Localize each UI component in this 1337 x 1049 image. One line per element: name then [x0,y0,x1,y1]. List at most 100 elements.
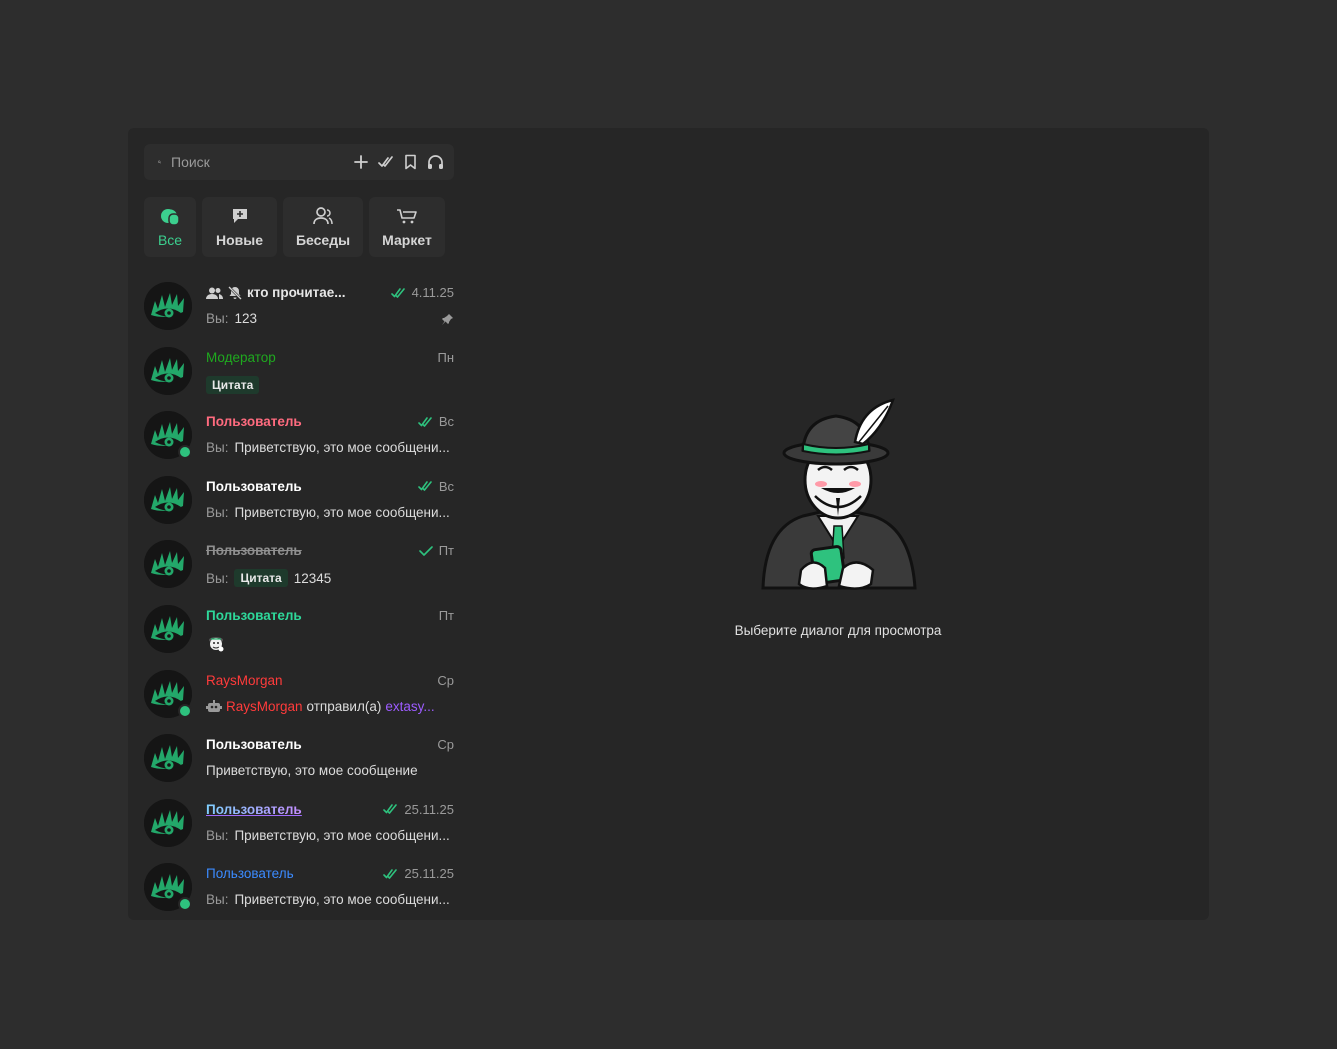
tab-label: Все [157,232,183,248]
avatar [144,411,192,460]
you-prefix: Вы: [206,504,229,520]
chat-title-text: Пользователь [206,478,302,494]
avatar [144,863,192,912]
preview-text: Приветствую, это мое сообщени... [234,892,450,908]
bookmark-icon[interactable] [402,154,419,171]
chat-item[interactable]: кто прочитае... 4.11.25 Вы: 123 [144,279,454,344]
you-prefix: Вы: [206,827,229,843]
tab-new[interactable]: Новые [202,197,277,257]
you-prefix: Вы: [206,892,229,908]
chats-icon [160,206,180,226]
chat-item[interactable]: Пользователь 25.11.25 Вы: Приветствую, э… [144,860,454,920]
check-icon [418,546,433,556]
avatar [144,604,192,653]
chat-title-text: Модератор [206,349,276,365]
chat-preview: Вы: Приветствую, это мое сообщени... [206,892,454,907]
avatar [144,734,192,783]
chat-time: Пн [437,349,454,365]
hacker-mascot-illustration [761,398,917,590]
chat-list: кто прочитае... 4.11.25 Вы: 123 Модерато… [144,279,454,920]
you-prefix: Вы: [206,440,229,456]
chat-time: Ср [437,672,454,688]
preview-text: 12345 [293,570,332,586]
chat-item[interactable]: Модератор Пн Цитата [144,344,454,409]
avatar [144,540,192,589]
double-check-icon [383,804,398,815]
system-target: extasy... [385,698,435,714]
double-check-icon [418,481,432,492]
plus-icon[interactable] [352,154,369,171]
chat-preview: Вы: Приветствую, это мое сообщени... [206,505,454,520]
avatar [144,475,192,524]
tab-market[interactable]: Маркет [369,197,445,257]
chat-title: кто прочитае... [206,285,346,300]
search-actions [352,154,444,171]
chat-time: Вс [438,478,454,494]
avatar [144,798,192,847]
pin-icon [442,314,453,325]
chat-title: Пользователь [206,543,302,558]
search-icon [158,160,161,164]
chat-meta: Вс [418,479,454,494]
search-input[interactable] [171,154,352,170]
chat-item[interactable]: Пользователь Ср Приветствую, это мое соо… [144,731,454,796]
preview-text: Приветствую, это мое сообщени... [234,440,450,456]
chat-title-text: Пользователь [206,801,302,817]
quote-badge: Цитата [234,569,288,588]
chat-preview: Вы: Приветствую, это мое сообщени... [206,828,454,843]
chat-meta: 4.11.25 [390,285,454,300]
group-icon [206,287,223,299]
chat-title-text: RaysMorgan [206,672,283,688]
chat-preview: Вы: Приветствую, это мое сообщени... [206,440,454,455]
chat-item[interactable]: Пользователь Вс Вы: Приветствую, это мое… [144,408,454,473]
chat-preview: RaysMorgan отправил(а) extasy... [206,699,454,714]
tab-label: Маркет [382,232,432,248]
chat-title: Пользователь [206,802,302,817]
chat-title-text: Пользователь [206,543,302,559]
you-prefix: Вы: [206,570,229,586]
chat-meta: 25.11.25 [383,802,454,817]
chat-item[interactable]: Пользователь Пт Вы: Цитата 12345 [144,537,454,602]
tab-label: Беседы [295,232,351,248]
empty-state: Выберите диалог для просмотра [668,398,1008,638]
chat-preview: Вы: 123 [206,311,454,326]
headphones-icon[interactable] [427,154,444,171]
double-check-icon [390,287,405,298]
tab-label: Новые [215,232,263,248]
messenger-window: Все Новые Беседы Маркет [128,128,1209,920]
preview-text: Приветствую, это мое сообщение [206,763,418,779]
chat-time: 25.11.25 [404,801,454,817]
system-user: RaysMorgan [226,698,303,714]
chat-title-text: Пользователь [206,607,302,623]
tab-all[interactable]: Все [144,197,196,257]
chat-preview: Вы: Цитата 12345 [206,569,454,588]
you-prefix: Вы: [206,311,229,326]
chat-item[interactable]: RaysMorgan Ср RaysMorgan отправил(а) ext… [144,667,454,732]
tab-conversations[interactable]: Беседы [283,197,363,257]
chat-item[interactable]: Пользователь 25.11.25 Вы: Приветствую, э… [144,796,454,861]
chat-title: RaysMorgan [206,673,283,688]
chat-preview [206,634,454,652]
mascot-sticker-icon [209,636,224,652]
chat-title: Пользователь [206,479,302,494]
chat-title: Пользователь [206,866,294,881]
chat-item[interactable]: Пользователь Пт [144,602,454,667]
chat-title: Пользователь [206,737,302,752]
chat-meta: 25.11.25 [383,866,454,881]
preview-text: 123 [234,311,257,326]
chat-meta: Пт [439,608,454,623]
double-check-icon[interactable] [377,154,394,171]
avatar [144,346,192,395]
online-indicator [178,703,192,718]
double-check-icon [383,869,398,879]
chat-meta: Ср [437,673,454,688]
muted-bell-icon [228,285,242,300]
chat-title-text: Пользователь [206,866,294,882]
chat-time: 4.11.25 [411,285,454,300]
chat-meta: Ср [437,737,454,752]
chat-title: Пользователь [206,414,302,429]
empty-state-text: Выберите диалог для просмотра [734,623,942,638]
chat-item[interactable]: Пользователь Вс Вы: Приветствую, это мое… [144,473,454,538]
chat-title-text: Пользователь [206,414,302,430]
chat-meta: Пн [437,350,454,365]
